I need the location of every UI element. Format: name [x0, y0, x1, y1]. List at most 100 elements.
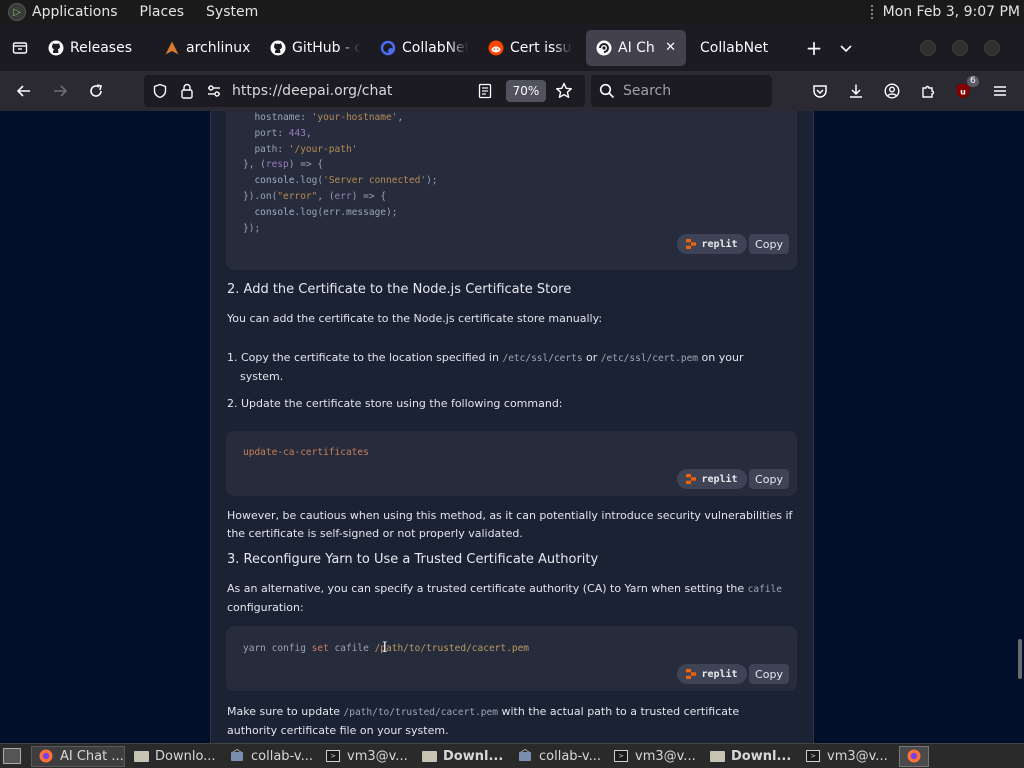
- back-button[interactable]: [8, 75, 40, 107]
- copy-button[interactable]: Copy: [749, 664, 789, 684]
- show-desktop-icon[interactable]: [3, 748, 21, 764]
- tab-collabnet[interactable]: CollabNet: [370, 30, 478, 66]
- account-icon: [884, 83, 900, 99]
- zoom-level-button[interactable]: 70%: [506, 80, 546, 102]
- taskbar-item[interactable]: Downlo...: [127, 746, 221, 767]
- taskbar-item[interactable]: AI Chat ...: [31, 745, 125, 767]
- permissions-icon[interactable]: [206, 83, 222, 99]
- inline-code: /etc/ssl/certs: [502, 353, 583, 364]
- pocket-button[interactable]: [804, 75, 836, 107]
- menu-applications[interactable]: Applications: [32, 4, 118, 20]
- navigation-toolbar: https://deepai.org/chat 70% Search u 6: [0, 71, 1024, 111]
- tab-releases[interactable]: Releases: [38, 30, 154, 66]
- tab-collabnet-2[interactable]: CollabNet: [690, 30, 790, 66]
- tab-label: AI Chat: [618, 39, 655, 56]
- clock[interactable]: Mon Feb 3, 9:07 PM: [870, 0, 1020, 24]
- search-placeholder: Search: [623, 83, 672, 99]
- code-block: update-ca-certificates replit Copy: [226, 431, 797, 496]
- replit-logo-icon: [686, 239, 697, 249]
- code-text[interactable]: update-ca-certificates: [243, 445, 369, 461]
- page-viewport[interactable]: hostname: 'your-hostname', port: 443, pa…: [0, 111, 1024, 743]
- section-heading: 3. Reconfigure Yarn to Use a Trusted Cer…: [227, 552, 599, 567]
- address-bar[interactable]: https://deepai.org/chat 70%: [144, 75, 585, 107]
- taskbar-item[interactable]: collab-v...: [511, 746, 605, 767]
- replit-button[interactable]: replit: [677, 469, 747, 489]
- app-icon: [229, 749, 245, 763]
- bookmark-star-icon[interactable]: [555, 82, 573, 100]
- code-line: });: [243, 222, 261, 234]
- tracking-protection-shield-icon[interactable]: [152, 83, 168, 99]
- tab-archlinux[interactable]: archlinux: [154, 30, 260, 66]
- replit-logo-icon: [686, 669, 697, 679]
- taskbar-item[interactable]: > vm3@v...: [607, 746, 701, 767]
- maximize-window-button[interactable]: [952, 39, 968, 56]
- close-window-button[interactable]: [984, 39, 1000, 56]
- folder-icon: [421, 749, 437, 763]
- replit-button[interactable]: replit: [677, 664, 747, 684]
- firefox-view-button[interactable]: [2, 30, 38, 66]
- app-icon: [517, 749, 533, 763]
- applications-menu-icon[interactable]: ▷: [8, 3, 26, 21]
- replit-button[interactable]: replit: [677, 234, 747, 254]
- new-tab-button[interactable]: +: [796, 30, 832, 66]
- code-text[interactable]: hostname: 'your-hostname', port: 443, pa…: [243, 111, 438, 236]
- inline-code: /path/to/trusted/cacert.pem: [343, 707, 498, 718]
- arrow-left-icon: [16, 85, 30, 97]
- taskbar-item[interactable]: Downl...: [703, 746, 797, 767]
- section-heading: 2. Add the Certificate to the Node.js Ce…: [227, 282, 572, 297]
- code-line: console.log(err.message);: [254, 206, 398, 218]
- paragraph: However, be cautious when using this met…: [227, 509, 793, 540]
- search-icon: [599, 83, 615, 99]
- taskbar-item[interactable]: > vm3@v...: [319, 746, 413, 767]
- reader-view-icon[interactable]: [478, 83, 492, 99]
- page-scrollbar-thumb[interactable]: [1018, 639, 1022, 679]
- inline-code: /etc/ssl/cert.pem: [600, 353, 699, 364]
- code-line: hostname: 'your-hostname',: [243, 112, 404, 123]
- paragraph: Make sure to update /path/to/trusted/cac…: [227, 705, 740, 737]
- account-button[interactable]: [876, 75, 908, 107]
- tab-github[interactable]: GitHub - c: [260, 30, 370, 66]
- lock-icon[interactable]: [180, 83, 194, 99]
- tab-cert-issue[interactable]: Cert issue: [478, 30, 582, 66]
- extensions-button[interactable]: [912, 75, 944, 107]
- search-bar[interactable]: Search: [591, 75, 772, 107]
- workspace-switcher[interactable]: [899, 745, 929, 767]
- tab-ai-chat[interactable]: AI Chat ✕: [586, 29, 686, 66]
- plus-icon: +: [805, 35, 823, 60]
- forward-button[interactable]: [44, 75, 76, 107]
- downloads-button[interactable]: [840, 75, 872, 107]
- folder-icon: [133, 749, 149, 763]
- url-text[interactable]: https://deepai.org/chat: [232, 83, 392, 99]
- taskbar-item[interactable]: > vm3@v...: [799, 746, 893, 767]
- copy-button[interactable]: Copy: [749, 234, 789, 254]
- collabnet-icon: [380, 40, 396, 56]
- archlinux-icon: [164, 40, 180, 56]
- tab-strip: Releases archlinux GitHub - c CollabNet …: [0, 24, 1024, 71]
- pocket-icon: [813, 85, 827, 98]
- code-line: port: 443,: [243, 127, 312, 139]
- tab-label: Cert issue: [510, 39, 572, 56]
- terminal-icon: >: [613, 749, 629, 763]
- code-line: }, (resp) => {: [243, 159, 324, 171]
- tab-label: Releases: [70, 39, 132, 56]
- terminal-icon: >: [325, 749, 341, 763]
- copy-button[interactable]: Copy: [749, 469, 789, 489]
- menu-places[interactable]: Places: [140, 4, 185, 20]
- ublock-badge-count: 6: [967, 76, 979, 87]
- ublock-origin-button[interactable]: u 6: [947, 75, 979, 107]
- code-line: }).on("error", (err) => {: [243, 190, 387, 202]
- tab-label: GitHub - c: [292, 39, 360, 56]
- paragraph: As an alternative, you can specify a tru…: [227, 582, 782, 614]
- chevron-down-icon: [840, 44, 852, 52]
- list-all-tabs-button[interactable]: [832, 30, 860, 66]
- taskbar-item[interactable]: Downl...: [415, 746, 509, 767]
- taskbar-item[interactable]: collab-v...: [223, 746, 317, 767]
- code-line: path: '/your-path': [243, 143, 358, 155]
- menu-system[interactable]: System: [206, 4, 258, 20]
- reload-button[interactable]: [80, 75, 112, 107]
- close-tab-icon[interactable]: ✕: [665, 40, 676, 55]
- app-menu-button[interactable]: [984, 75, 1016, 107]
- tab-label: CollabNet: [402, 39, 468, 56]
- minimize-window-button[interactable]: [920, 39, 936, 56]
- inline-code: cafile: [747, 584, 782, 595]
